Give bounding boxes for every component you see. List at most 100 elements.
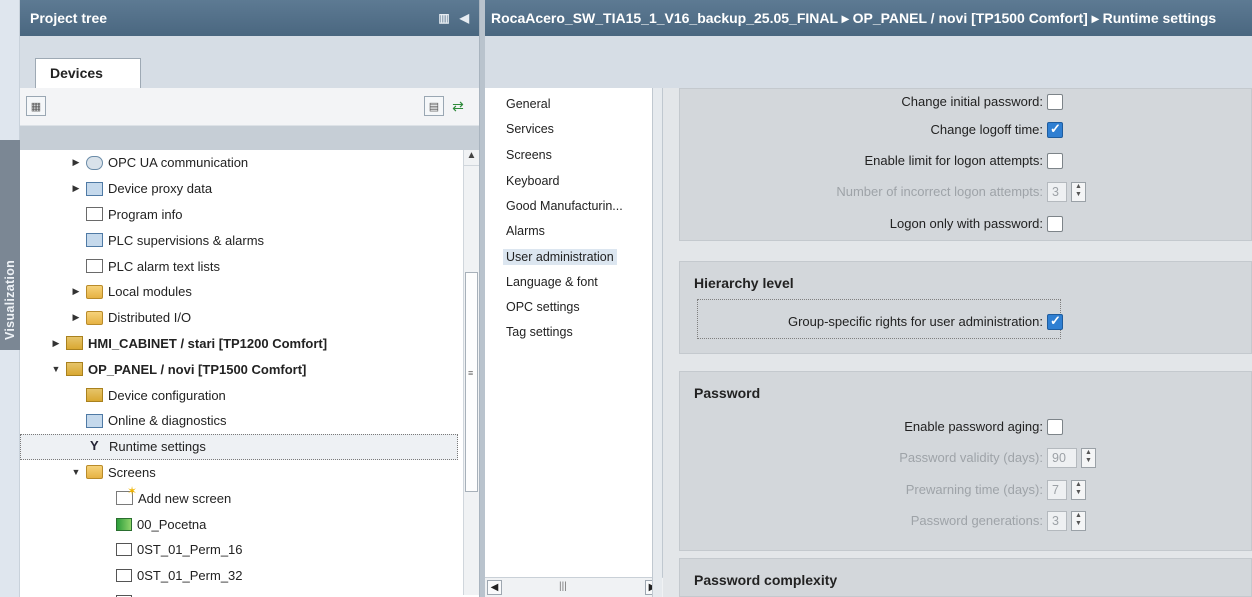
spinner-arrows-icon[interactable]: ▲ ▼ bbox=[1081, 448, 1096, 468]
add-screen-icon bbox=[116, 484, 137, 506]
tab-devices[interactable]: Devices bbox=[35, 58, 141, 88]
nav-item[interactable]: Good Manufacturin... bbox=[506, 199, 623, 213]
scrollbar-thumb[interactable]: ≡ bbox=[465, 272, 478, 492]
nav-item[interactable]: Alarms bbox=[506, 224, 545, 238]
number-spinner-input[interactable]: 3 bbox=[1047, 182, 1067, 202]
tree-item[interactable]: ▼ OP_PANEL / novi [TP1500 Comfort] bbox=[20, 356, 480, 382]
folder-icon bbox=[86, 465, 103, 480]
collapsed-arrow-icon[interactable]: ▶ bbox=[70, 157, 82, 168]
tree-item-label: Distributed I/O bbox=[108, 310, 192, 326]
tree-item[interactable]: Runtime settings bbox=[20, 433, 458, 460]
checkbox[interactable] bbox=[1047, 216, 1063, 232]
number-spinner-input[interactable]: 7 bbox=[1047, 480, 1067, 500]
setting-row: Enable limit for logon attempts: bbox=[680, 151, 1043, 171]
folder-icon bbox=[86, 310, 103, 325]
tree-item-label: 0ST_01_Perm_16 bbox=[137, 542, 243, 558]
tree-item-label: HMI_CABINET / stari [TP1200 Comfort] bbox=[88, 335, 328, 351]
nav-horizontal-scrollbar[interactable]: ◀ ||| ▶ bbox=[485, 577, 663, 597]
setting-label: Enable limit for logon attempts: bbox=[864, 153, 1043, 168]
collapsed-arrow-icon[interactable]: ▶ bbox=[70, 286, 82, 297]
nav-item[interactable]: User administration bbox=[503, 249, 617, 265]
spinner-arrows-icon[interactable]: ▲ ▼ bbox=[1071, 480, 1086, 500]
tree-item[interactable]: ▼ Screens bbox=[20, 460, 480, 486]
collapse-panel-icon[interactable]: ◀ bbox=[460, 11, 469, 25]
nav-item[interactable]: Keyboard bbox=[506, 174, 560, 188]
project-tree-header: Project tree ▥ ◀ bbox=[20, 0, 479, 36]
tree-item[interactable]: Program info bbox=[20, 202, 480, 228]
tree-item[interactable]: ▶ HMI_CABINET / stari [TP1200 Comfort] bbox=[20, 331, 480, 357]
checkbox[interactable] bbox=[1047, 153, 1063, 169]
start-screen-icon bbox=[116, 517, 132, 531]
tree-item[interactable]: ▶ Local modules bbox=[20, 279, 480, 305]
refresh-icon[interactable]: ⇄ bbox=[448, 96, 468, 116]
tree-item[interactable]: ▶ Distributed I/O bbox=[20, 305, 480, 331]
nav-item[interactable]: Screens bbox=[506, 148, 552, 162]
number-spinner-input[interactable]: 90 bbox=[1047, 448, 1077, 468]
screen-icon bbox=[116, 569, 132, 583]
settings-content: Change initial password: Change logoff ti… bbox=[663, 88, 1252, 597]
checkbox[interactable] bbox=[1047, 419, 1063, 435]
number-spinner-input[interactable]: 3 bbox=[1047, 511, 1067, 531]
side-task-strip: Visualization bbox=[0, 0, 20, 597]
tree-item-label: Device proxy data bbox=[108, 181, 213, 197]
password-complexity-title: Password complexity bbox=[694, 572, 838, 588]
tree-item[interactable]: 0ST_01_Perm_32 bbox=[20, 563, 480, 589]
tree-item[interactable]: 12_INFO_SYNOPTIC bbox=[20, 589, 480, 597]
scroll-up-icon[interactable]: ▲ bbox=[464, 150, 479, 166]
scroll-left-icon[interactable]: ◀ bbox=[487, 580, 502, 595]
tree-item[interactable]: Device configuration bbox=[20, 382, 480, 408]
project-tree-list: ▶ OPC UA communication ▶ Device proxy data P… bbox=[20, 150, 480, 597]
project-tree-filter-bar bbox=[20, 126, 479, 150]
grip-icon: ≡ bbox=[468, 368, 474, 378]
project-tree-title: Project tree bbox=[30, 10, 108, 26]
collapsed-arrow-icon[interactable]: ▶ bbox=[70, 183, 82, 194]
setting-label: Logon only with password: bbox=[889, 216, 1043, 231]
tree-item[interactable]: Add new screen bbox=[20, 484, 480, 511]
visualization-tab[interactable]: Visualization bbox=[0, 140, 20, 350]
tree-item-label: OPC UA communication bbox=[108, 155, 249, 171]
password-section: Password Enable password aging: Password … bbox=[679, 371, 1252, 551]
nav-item[interactable]: General bbox=[506, 97, 550, 111]
tree-item-label: 0ST_01_Perm_32 bbox=[137, 568, 243, 584]
nav-item[interactable]: Language & font bbox=[506, 275, 598, 289]
breadcrumb: RocaAcero_SW_TIA15_1_V16_backup_25.05_FI… bbox=[485, 0, 1252, 36]
tree-item[interactable]: PLC alarm text lists bbox=[20, 253, 480, 279]
setting-row: Password validity (days): bbox=[680, 448, 1043, 468]
setting-row: Enable password aging: bbox=[680, 417, 1043, 437]
editor-toolbar-area bbox=[485, 36, 1252, 88]
tree-item[interactable]: 0ST_01_Perm_16 bbox=[20, 537, 480, 563]
tree-item[interactable]: 00_Pocetna bbox=[20, 511, 480, 537]
setting-label: Prewarning time (days): bbox=[905, 482, 1043, 497]
spinner-arrows-icon[interactable]: ▲ ▼ bbox=[1071, 182, 1086, 202]
proxy-data-icon bbox=[86, 181, 103, 196]
tree-item-label: Local modules bbox=[108, 284, 192, 300]
tree-item[interactable]: Online & diagnostics bbox=[20, 408, 480, 434]
tree-item-label: Program info bbox=[108, 206, 183, 222]
setting-label: Change initial password: bbox=[901, 94, 1043, 109]
nav-item[interactable]: OPC settings bbox=[506, 300, 580, 314]
project-tree-tabs: Devices bbox=[20, 36, 479, 88]
collapsed-arrow-icon[interactable]: ▶ bbox=[50, 338, 62, 349]
project-tree-scrollbar[interactable]: ▲ ≡ bbox=[463, 150, 479, 595]
tree-item[interactable]: PLC supervisions & alarms bbox=[20, 227, 480, 253]
expanded-arrow-icon[interactable]: ▼ bbox=[70, 467, 82, 477]
tree-item[interactable]: ▶ Device proxy data bbox=[20, 176, 480, 202]
checkbox-checked[interactable] bbox=[1047, 121, 1063, 138]
password-complexity-section: Password complexity bbox=[679, 558, 1252, 597]
pin-icon[interactable]: ▥ bbox=[438, 11, 449, 25]
checkbox[interactable] bbox=[1047, 94, 1063, 110]
spinner-arrows-icon[interactable]: ▲ ▼ bbox=[1071, 511, 1086, 531]
nav-splitter[interactable] bbox=[652, 88, 662, 597]
network-view-icon[interactable]: ▦ bbox=[26, 96, 46, 116]
tree-item[interactable]: ▶ OPC UA communication bbox=[20, 150, 480, 176]
project-tree-toolbar: ▦ ▤ ⇄ bbox=[20, 88, 479, 126]
nav-item[interactable]: Tag settings bbox=[506, 325, 573, 339]
expanded-arrow-icon[interactable]: ▼ bbox=[50, 364, 62, 374]
checkbox-checked[interactable] bbox=[1047, 313, 1063, 330]
text-list-icon bbox=[86, 259, 103, 274]
nav-item[interactable]: Services bbox=[506, 122, 554, 136]
setting-label: Group-specific rights for user administr… bbox=[787, 314, 1043, 329]
details-view-icon[interactable]: ▤ bbox=[424, 96, 444, 116]
tree-item-label: PLC supervisions & alarms bbox=[108, 232, 265, 248]
collapsed-arrow-icon[interactable]: ▶ bbox=[70, 312, 82, 323]
